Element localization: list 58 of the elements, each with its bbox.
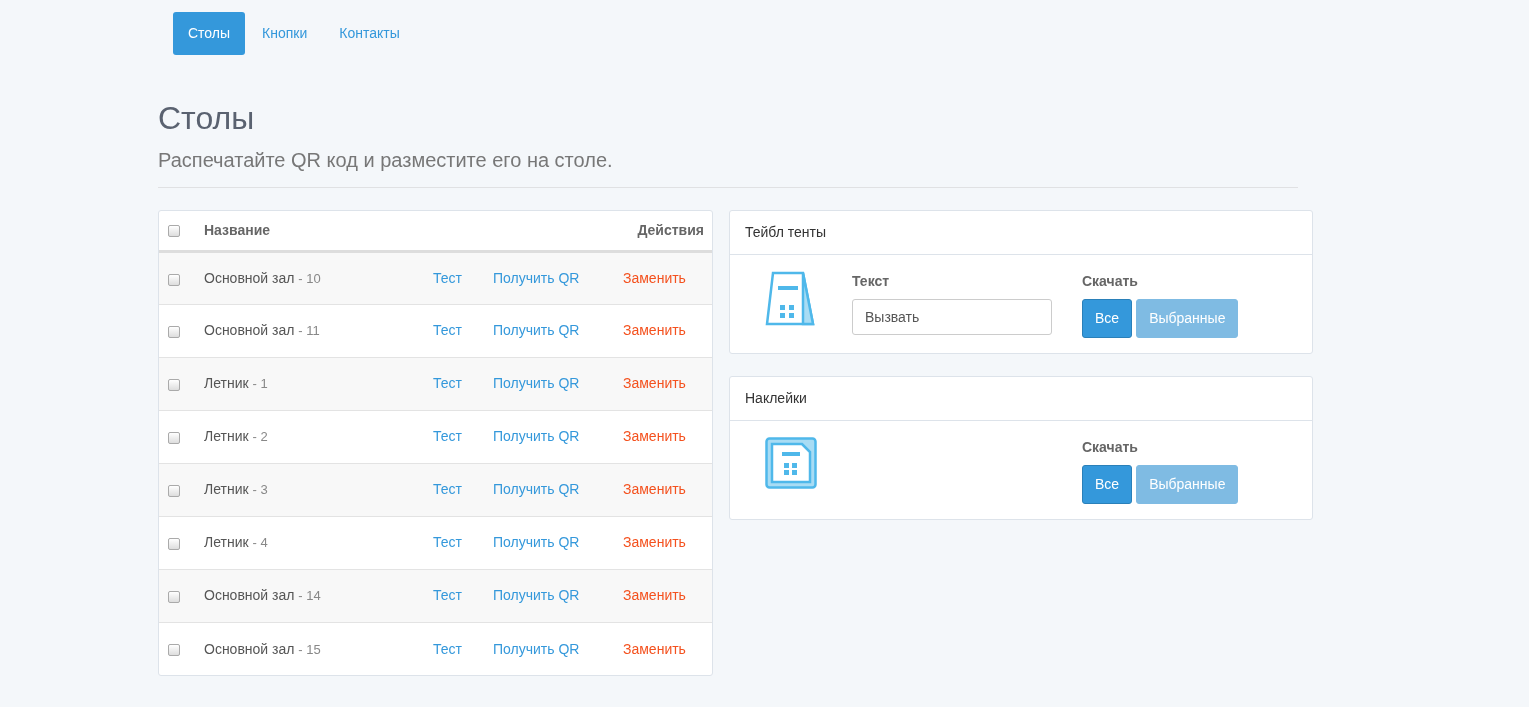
column-header: Название [204, 222, 271, 239]
test-link[interactable]: Тест [433, 640, 462, 657]
all-button[interactable]: Все [1082, 299, 1133, 339]
test-link[interactable]: Тест [433, 269, 462, 286]
table-name: Основной зал [204, 640, 295, 657]
get-qr-link[interactable]: Получить QR [493, 534, 580, 551]
table-name: Летник [204, 428, 249, 445]
table-number: - 1 [252, 376, 268, 392]
table-number: - 14 [298, 588, 321, 604]
table-number: - 3 [252, 482, 268, 498]
panel-header: Наклейки [730, 377, 1312, 422]
page-subtitle: Распечатайте QR код и разместите его на столе. [158, 148, 614, 174]
select-all-checkbox[interactable] [168, 225, 180, 238]
sticker-icon [765, 437, 817, 490]
table-number: - 2 [252, 429, 268, 445]
row-checkbox[interactable] [168, 643, 180, 656]
replace-link[interactable]: Заменить [623, 640, 686, 657]
row-checkbox[interactable] [168, 484, 180, 497]
row-checkbox[interactable] [168, 431, 180, 444]
table-name: Основной зал [204, 322, 295, 339]
nav-tab[interactable]: Контакты [324, 12, 415, 55]
download-label: Скачать [1082, 272, 1139, 292]
text-input-field[interactable]: Вызвать [852, 299, 1052, 336]
table-number: - 10 [298, 270, 321, 286]
row-checkbox[interactable] [168, 590, 180, 603]
table-number: - 11 [298, 323, 320, 339]
nav-tab[interactable]: Столы [173, 12, 246, 55]
page-title: Столы [158, 99, 256, 138]
all-button[interactable]: Все [1082, 465, 1133, 505]
panel-header: Тейбл тенты [730, 211, 1312, 256]
test-link[interactable]: Тест [433, 534, 462, 551]
replace-link[interactable]: Заменить [623, 322, 686, 339]
column-header: Действия [637, 222, 704, 239]
test-link[interactable]: Тест [433, 587, 462, 604]
row-checkbox[interactable] [168, 273, 180, 286]
get-qr-link[interactable]: Получить QR [493, 322, 580, 339]
table-name: Основной зал [204, 269, 295, 286]
nav-tab[interactable]: Кнопки [247, 12, 323, 55]
table-name: Летник [204, 375, 249, 392]
replace-link[interactable]: Заменить [623, 428, 686, 445]
row-checkbox[interactable] [168, 378, 180, 391]
test-link[interactable]: Тест [433, 322, 462, 339]
test-link[interactable]: Тест [433, 428, 462, 445]
row-checkbox[interactable] [168, 537, 180, 550]
table-number: - 4 [252, 535, 268, 551]
row-checkbox[interactable] [168, 325, 180, 338]
get-qr-link[interactable]: Получить QR [493, 640, 580, 657]
table-number: - 15 [298, 641, 321, 657]
get-qr-link[interactable]: Получить QR [493, 428, 580, 445]
table-tent-icon [765, 271, 815, 327]
replace-link[interactable]: Заменить [623, 534, 686, 551]
download-label: Скачать [1082, 438, 1139, 458]
table-name: Летник [204, 534, 249, 551]
table-name: Летник [204, 481, 249, 498]
table-name: Основной зал [204, 587, 295, 604]
test-link[interactable]: Тест [433, 481, 462, 498]
field-label: Текст [852, 272, 891, 292]
test-link[interactable]: Тест [433, 375, 462, 392]
